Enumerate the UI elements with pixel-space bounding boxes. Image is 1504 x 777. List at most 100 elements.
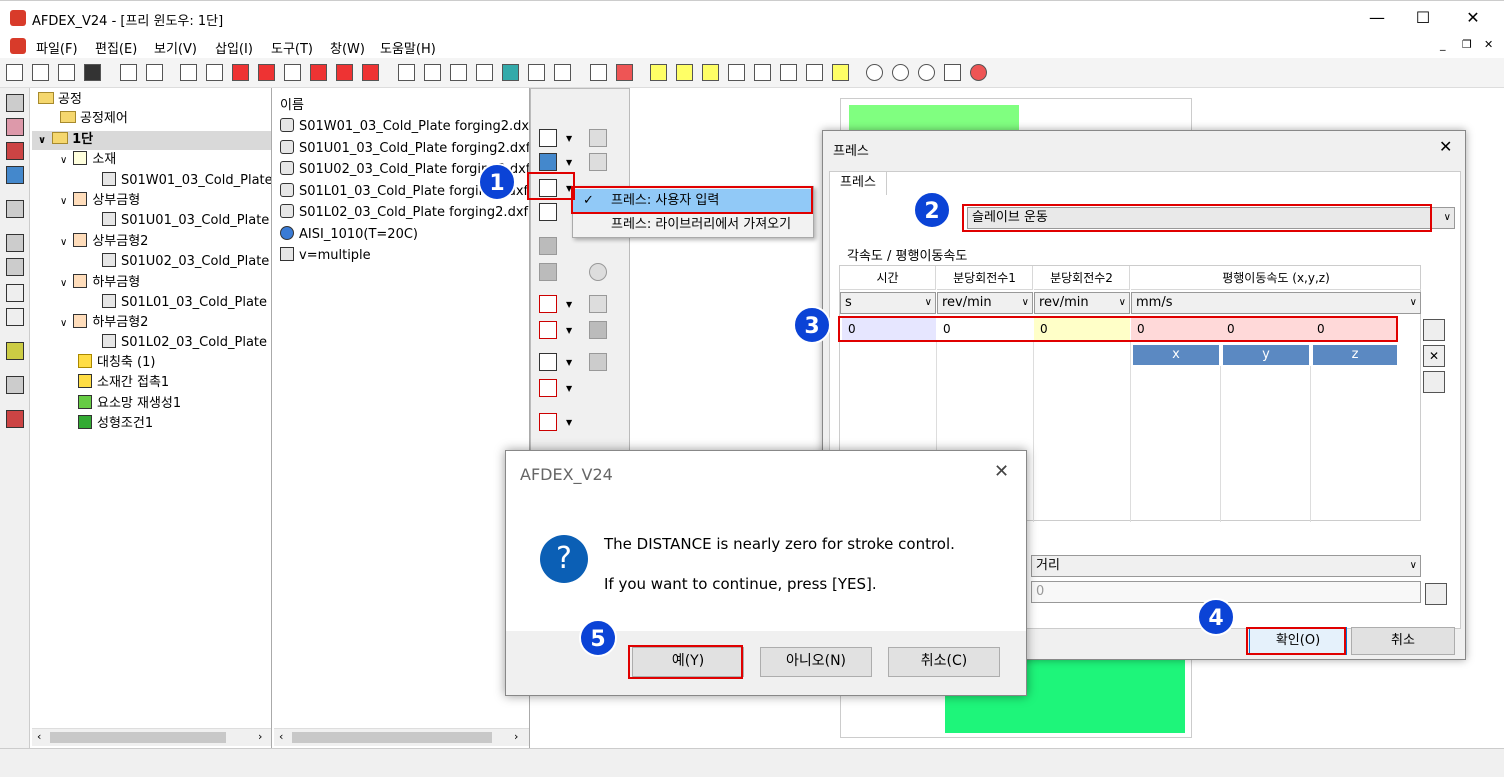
tree-item-material[interactable]: ∨ 소재 [60, 151, 116, 170]
unit-select-time[interactable]: s ∨ [840, 292, 936, 314]
no-button[interactable]: 아니오(N) [760, 647, 872, 677]
append-row-icon[interactable] [1423, 371, 1445, 393]
zoom-reset-icon[interactable] [970, 64, 987, 81]
dropdown-arrow-icon[interactable]: ▼ [566, 418, 572, 427]
delete-row-icon[interactable]: ✕ [1423, 345, 1445, 367]
zoom-in-icon[interactable] [892, 64, 909, 81]
pan-hand-icon[interactable] [944, 64, 961, 81]
scroll-thumb[interactable] [292, 732, 492, 743]
view-iso-icon[interactable] [398, 64, 415, 81]
mdi-close-button[interactable]: ✕ [1484, 38, 1493, 51]
unit-select-rpm1[interactable]: rev/min ∨ [937, 292, 1033, 314]
box-view-icon[interactable] [180, 64, 197, 81]
tree-item-remesh[interactable]: 요소망 재생성1 [78, 395, 181, 413]
check-tool-icon[interactable] [539, 413, 557, 431]
dropdown-arrow-icon[interactable]: ▼ [566, 326, 572, 335]
material-tool-icon[interactable] [539, 129, 557, 147]
box-red3-icon[interactable] [310, 64, 327, 81]
die-tool-icon[interactable] [539, 203, 557, 221]
view-iso4-icon[interactable] [476, 64, 493, 81]
tree-view-icon[interactable] [6, 94, 24, 112]
tree-item-upper-die-file[interactable]: S01U01_03_Cold_Plate f [102, 212, 271, 230]
dropdown-arrow-icon[interactable]: ▼ [566, 158, 572, 167]
view-iso2-icon[interactable] [424, 64, 441, 81]
dropdown-arrow-icon[interactable]: ▼ [566, 384, 572, 393]
step-tool-icon[interactable] [539, 353, 557, 371]
tree-item-contact[interactable]: 소재간 접촉1 [78, 374, 169, 392]
wire2-icon[interactable] [754, 64, 771, 81]
menu-tools[interactable]: 도구(T) [271, 38, 313, 57]
tree-item-upper-die-2[interactable]: ∨ 상부금형2 [60, 233, 148, 252]
scroll-right-icon[interactable]: › [258, 730, 262, 743]
heat-tool-icon[interactable] [539, 321, 557, 339]
box-red2-icon[interactable] [258, 64, 275, 81]
menu-file[interactable]: 파일(F) [36, 38, 78, 57]
tree-root[interactable]: 공정 [38, 91, 82, 109]
cancel-button[interactable]: 취소 [1351, 627, 1455, 655]
screen-icon[interactable] [6, 200, 24, 218]
material-lib-icon[interactable] [539, 153, 557, 171]
wire-icon[interactable] [728, 64, 745, 81]
scroll-right-icon[interactable]: › [514, 730, 518, 743]
dropdown-arrow-icon[interactable]: ▼ [566, 134, 572, 143]
new-icon[interactable] [6, 64, 23, 81]
dropdown-arrow-icon[interactable]: ▼ [566, 358, 572, 367]
list-item[interactable]: S01U01_03_Cold_Plate forging2.dxf [280, 140, 529, 158]
menu-help[interactable]: 도움말(H) [380, 38, 436, 57]
zoom-icon[interactable] [866, 64, 883, 81]
tree-item-process-control[interactable]: 공정제어 [60, 110, 128, 128]
zoom-fit-icon[interactable] [918, 64, 935, 81]
tree-item-lower-die-file[interactable]: S01L01_03_Cold_Plate f [102, 294, 271, 312]
box-side-icon[interactable] [284, 64, 301, 81]
probe-icon[interactable] [6, 376, 24, 394]
refresh-icon[interactable] [806, 64, 823, 81]
close-button[interactable]: ✕ [1450, 1, 1496, 35]
save-icon[interactable] [84, 64, 101, 81]
minimize-button[interactable]: — [1354, 1, 1400, 35]
cancel-confirm-button[interactable]: 취소(C) [888, 647, 1000, 677]
wire3-icon[interactable] [780, 64, 797, 81]
solid-yellow3-icon[interactable] [702, 64, 719, 81]
layout2-icon[interactable] [6, 258, 24, 276]
tree-item-material-file[interactable]: S01W01_03_Cold_Plate [102, 172, 271, 190]
tree-item-stage-1[interactable]: ∨ 1단 [32, 131, 271, 150]
insert-row-icon[interactable] [1423, 319, 1445, 341]
import-icon[interactable] [120, 64, 137, 81]
tree-item-forming-condition[interactable]: 성형조건1 [78, 415, 153, 433]
palette-icon[interactable] [616, 64, 633, 81]
list-item[interactable]: v=multiple [280, 247, 371, 265]
box-red5-icon[interactable] [362, 64, 379, 81]
list-item[interactable]: S01W01_03_Cold_Plate forging2.dxf [280, 118, 529, 136]
tree-item-upper-die-2-file[interactable]: S01U02_03_Cold_Plate f [102, 253, 271, 271]
open-folder-icon[interactable] [58, 64, 75, 81]
menu-item-library[interactable]: 프레스: 라이브러리에서 가져오기 [573, 213, 813, 237]
tree-item-lower-die[interactable]: ∨ 하부금형 [60, 274, 140, 293]
dropdown-arrow-icon[interactable]: ▼ [566, 300, 572, 309]
list-item[interactable]: S01L02_03_Cold_Plate forging2.dxf [280, 204, 528, 222]
export-icon[interactable] [146, 64, 163, 81]
friction-tool-icon[interactable] [539, 295, 557, 313]
menu-edit[interactable]: 편집(E) [95, 38, 137, 57]
camera-icon[interactable] [590, 64, 607, 81]
measure-icon[interactable] [6, 308, 24, 326]
mdi-restore-button[interactable]: ❐ [1462, 38, 1472, 51]
layer-icon[interactable] [832, 64, 849, 81]
close-icon[interactable]: ✕ [994, 461, 1009, 482]
menu-window[interactable]: 창(W) [330, 38, 365, 57]
unit-select-rpm2[interactable]: rev/min ∨ [1034, 292, 1130, 314]
axis-z-button[interactable]: z [1313, 345, 1397, 365]
unit-select-velocity[interactable]: mm/s ∨ [1131, 292, 1421, 314]
wrench-icon[interactable] [554, 64, 571, 81]
scroll-thumb[interactable] [50, 732, 226, 743]
chart-icon[interactable] [6, 342, 24, 360]
menu-view[interactable]: 보기(V) [154, 38, 197, 57]
box-red-icon[interactable] [232, 64, 249, 81]
report-icon[interactable] [6, 410, 24, 428]
box-front-icon[interactable] [206, 64, 223, 81]
tree-hscrollbar[interactable]: ‹ › [32, 728, 271, 746]
tree-item-lower-die-2-file[interactable]: S01L02_03_Cold_Plate f [102, 334, 271, 352]
process-icon[interactable] [6, 118, 24, 136]
menu-insert[interactable]: 삽입(I) [215, 38, 253, 57]
tree-item-lower-die-2[interactable]: ∨ 하부금형2 [60, 314, 148, 333]
list-hscrollbar[interactable]: ‹ › [274, 728, 529, 746]
